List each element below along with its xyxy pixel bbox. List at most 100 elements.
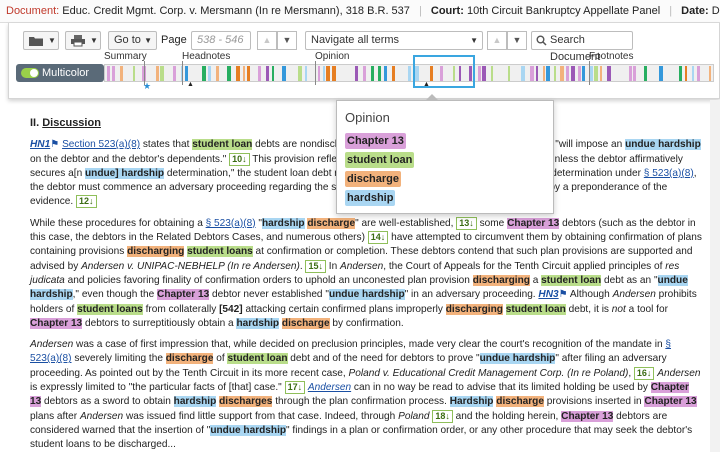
footnote-ref[interactable]: 15↓	[305, 259, 326, 273]
chevron-down-icon: ▼	[90, 36, 98, 45]
term-prev-button[interactable]: ▲	[487, 31, 507, 50]
term-marker	[120, 66, 123, 81]
heading-number: II.	[30, 117, 43, 129]
term-marker	[491, 66, 493, 81]
term-marker	[607, 66, 611, 81]
term-marker	[709, 66, 711, 81]
multicolor-toggle[interactable]: Multicolor	[16, 64, 104, 82]
paragraph: While these procedures for obtaining a §…	[30, 216, 702, 329]
doc-title: Educ. Credit Mgmt. Corp. v. Mersmann (In…	[62, 5, 410, 17]
term-marker	[536, 66, 538, 81]
term-marker	[298, 66, 302, 81]
document-header: Document: Educ. Credit Mgmt. Corp. v. Me…	[0, 0, 720, 23]
statute-link[interactable]: § 523(a)(8)	[206, 218, 256, 229]
chevron-down-icon: ▼	[470, 36, 478, 45]
term-marker	[633, 66, 636, 81]
chevron-up-icon: ▲	[492, 35, 502, 45]
goto-dropdown[interactable]: Go to ▼	[108, 31, 157, 50]
term-marker	[107, 66, 110, 81]
term-marker	[560, 66, 564, 81]
headnote-link[interactable]: HN3	[538, 289, 558, 300]
star-icon: ★	[143, 81, 152, 91]
goto-label: Go to	[114, 34, 141, 46]
chevron-down-icon: ▼	[512, 35, 522, 45]
navigate-terms-select[interactable]: Navigate all terms ▼	[305, 31, 483, 50]
term-marker	[530, 66, 534, 81]
term-marker	[659, 66, 663, 81]
term-marker	[318, 66, 320, 81]
case-link[interactable]: Andersen	[308, 382, 351, 393]
section-label-summary[interactable]: Summary	[104, 51, 147, 62]
footnote-ref[interactable]: 10↓	[229, 152, 250, 166]
printer-icon	[71, 35, 85, 47]
section-divider	[589, 61, 590, 85]
footnote-ref[interactable]: 13↓	[456, 216, 477, 230]
statute-link[interactable]: Section 523(a)(8)	[62, 139, 140, 150]
popup-term-discharge[interactable]: discharge	[345, 171, 401, 187]
term-marker	[272, 66, 274, 81]
popup-term-hardship[interactable]: hardship	[345, 190, 396, 206]
footnote-ref[interactable]: 14↓	[367, 231, 389, 245]
footnote-ref[interactable]: 12↓	[76, 195, 97, 209]
footnote-ref[interactable]: 17↓	[284, 381, 306, 395]
term-marker	[578, 66, 581, 81]
page-next-button[interactable]: ▼	[277, 31, 297, 50]
current-marker-icon: ▲	[187, 81, 194, 88]
term-marker	[236, 66, 240, 81]
term-marker	[521, 66, 525, 81]
search-document-button[interactable]: Search Document	[531, 31, 633, 63]
term-marker	[685, 66, 687, 81]
term-marker	[243, 66, 245, 81]
term-marker	[378, 66, 381, 81]
flag-icon: ⚑	[558, 289, 568, 301]
term-marker	[266, 66, 269, 81]
search-icon	[536, 35, 547, 46]
popup-title: Opinion	[345, 110, 390, 125]
term-marker	[208, 66, 211, 81]
document-scrollbar[interactable]	[710, 100, 720, 452]
term-marker	[305, 66, 307, 81]
popup-term-student-loan[interactable]: student loan	[345, 152, 415, 168]
term-marker	[566, 66, 569, 81]
folder-button[interactable]: ▼	[23, 31, 59, 50]
term-marker	[282, 66, 286, 81]
section-label-opinion[interactable]: Opinion	[315, 51, 349, 62]
footnote-ref[interactable]: 16↓	[633, 366, 655, 380]
term-marker	[323, 66, 325, 81]
term-marker	[332, 66, 336, 81]
term-marker	[543, 66, 545, 81]
term-marker	[247, 66, 250, 81]
popup-term-chapter13[interactable]: Chapter 13	[345, 133, 406, 149]
term-marker	[629, 66, 632, 81]
document-toolbar: ▼ ▼ Go to ▼ Page 538 - 546 ▲ ▼ Navigate …	[8, 23, 720, 99]
paragraph: Andersen was a case of first impression …	[30, 339, 701, 451]
term-next-button[interactable]: ▼	[507, 31, 527, 50]
statute-link[interactable]: § 523(a)(8)	[30, 339, 671, 364]
section-label-footnotes[interactable]: Footnotes	[589, 51, 633, 62]
opinion-terms-popup: Opinion Chapter 13 student loan discharg…	[336, 94, 554, 214]
toggle-switch-icon	[21, 68, 39, 78]
term-marker	[644, 66, 647, 81]
multicolor-label: Multicolor	[42, 67, 90, 79]
section-divider	[182, 61, 183, 85]
term-marker	[156, 66, 159, 81]
term-marker	[355, 66, 358, 81]
term-marker	[478, 66, 481, 81]
term-marker	[371, 66, 374, 81]
statute-link[interactable]: § 523(a)(8)	[644, 168, 694, 179]
date-value: December 14, 2004	[711, 5, 720, 17]
folder-icon	[29, 37, 43, 46]
term-marker	[600, 66, 602, 81]
flag-icon: ⚑	[50, 139, 60, 151]
footnote-ref[interactable]: 18↓	[432, 409, 453, 423]
print-button[interactable]: ▼	[65, 31, 101, 50]
page-input[interactable]: 538 - 546	[191, 31, 251, 50]
term-marker	[697, 66, 700, 81]
section-label-headnotes[interactable]: Headnotes	[182, 51, 230, 62]
term-marker	[185, 66, 188, 81]
navigate-terms-label: Navigate all terms	[311, 34, 400, 46]
headnote-link[interactable]: HN1	[30, 139, 50, 150]
term-marker	[326, 66, 330, 81]
term-heatmap-strip[interactable]	[104, 64, 714, 82]
page-prev-button[interactable]: ▲	[257, 31, 277, 50]
